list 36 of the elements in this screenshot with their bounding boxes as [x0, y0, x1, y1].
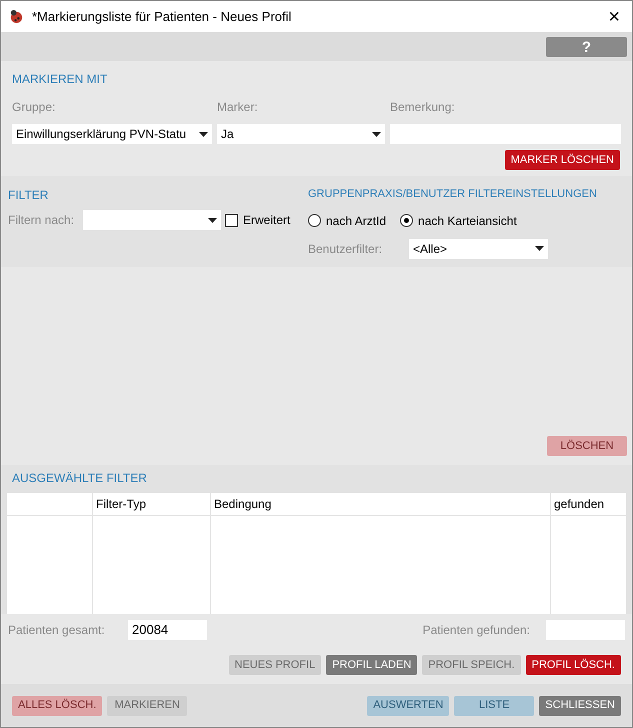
section-title: MARKIEREN MIT [12, 71, 108, 88]
delete-button[interactable]: PROFIL LÖSCH. [526, 655, 621, 675]
action-button[interactable]: PROFIL LADEN [326, 655, 418, 675]
caret-icon [372, 132, 381, 136]
column-header: gefunden [554, 496, 604, 513]
column-header: Bedingung [214, 496, 272, 513]
field-label: Patienten gefunden: [422, 622, 530, 639]
checkbox[interactable] [225, 214, 238, 226]
field-label: Benutzerfilter: [308, 240, 384, 258]
radio-button[interactable] [400, 214, 414, 227]
field-label: Marker: [217, 99, 259, 116]
field-label: Patienten gesamt: [8, 622, 106, 639]
field-label: Filtern nach: [8, 212, 76, 229]
caret-icon [199, 132, 208, 136]
caret-icon [535, 246, 544, 251]
window-title: *Markierungsliste für Patienten - Neues Profil [32, 8, 292, 26]
radio-label: nach Karteiansicht [418, 212, 517, 230]
radio-label: nach ArztId [326, 212, 386, 230]
action-button[interactable]: SCHLIESSEN [539, 696, 621, 716]
field-label: Gruppe: [12, 99, 56, 116]
input-field[interactable]: 20084 [128, 620, 207, 640]
field-label: Bemerkung: [390, 99, 456, 116]
dropdown[interactable]: Ja [217, 124, 385, 144]
checkbox-label: Erweitert [243, 212, 290, 229]
close-button[interactable]: × [608, 6, 620, 26]
help-button[interactable]: ? [546, 36, 627, 56]
dropdown[interactable]: <Alle> [409, 238, 548, 258]
ladybug-icon [9, 9, 24, 24]
section-title: FILTER [8, 187, 50, 204]
section-title: AUSGEWÄHLTE FILTER [11, 470, 148, 487]
column-header: Filter-Typ [96, 496, 146, 513]
caret-icon [208, 218, 217, 222]
delete-button[interactable]: MARKER LÖSCHEN [504, 150, 620, 170]
dropdown[interactable]: Einwillungserklärung PVN-Statu [12, 124, 212, 144]
section-title: GRUPPENPRAXIS/BENUTZER FILTEREINSTELLUNGEN [308, 187, 598, 202]
radio-button[interactable] [308, 214, 321, 227]
